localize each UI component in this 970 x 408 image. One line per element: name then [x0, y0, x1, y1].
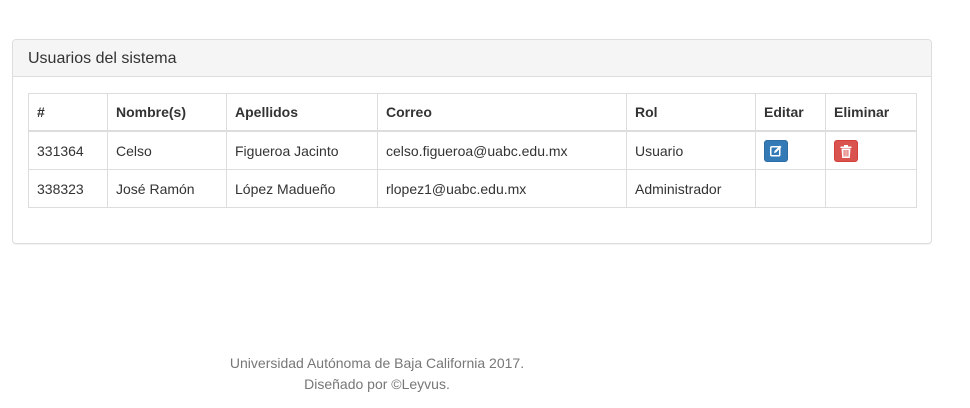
cell-nombre: Celso	[107, 130, 227, 170]
table-header-row: # Nombre(s) Apellidos Correo Rol Editar …	[28, 93, 917, 132]
cell-editar	[755, 130, 826, 170]
cell-id: 331364	[28, 130, 108, 170]
users-table-container: # Nombre(s) Apellidos Correo Rol Editar …	[28, 93, 917, 208]
column-header-eliminar: Eliminar	[825, 93, 917, 132]
edit-icon	[770, 145, 782, 156]
cell-nombre: José Ramón	[107, 169, 227, 208]
cell-apellidos: Figueroa Jacinto	[226, 130, 378, 170]
column-header-id: #	[28, 93, 108, 132]
column-header-nombre: Nombre(s)	[107, 93, 227, 132]
trash-icon	[840, 144, 852, 158]
cell-correo: celso.figueroa@uabc.edu.mx	[377, 130, 627, 170]
cell-apellidos: López Madueño	[226, 169, 378, 208]
cell-eliminar	[825, 130, 917, 170]
table-row: 338323 José Ramón López Madueño rlopez1@…	[28, 169, 917, 208]
column-header-editar: Editar	[755, 93, 826, 132]
table-row: 331364 Celso Figueroa Jacinto celso.figu…	[28, 130, 917, 170]
cell-eliminar	[825, 169, 917, 208]
edit-user-button[interactable]	[764, 139, 788, 162]
cell-editar	[755, 169, 826, 208]
users-panel: Usuarios del sistema # Nombre(s) Apellid…	[12, 39, 932, 244]
column-header-correo: Correo	[377, 93, 627, 132]
users-table: # Nombre(s) Apellidos Correo Rol Editar …	[28, 93, 917, 208]
cell-rol: Administrador	[626, 169, 756, 208]
column-header-apellidos: Apellidos	[226, 93, 378, 132]
footer-credits: Diseñado por ©Leyvus.	[304, 376, 450, 392]
cell-id: 338323	[28, 169, 108, 208]
page-footer: Universidad Autónoma de Baja California …	[0, 353, 754, 395]
panel-title: Usuarios del sistema	[13, 40, 931, 77]
cell-rol: Usuario	[626, 130, 756, 170]
footer-university: Universidad Autónoma de Baja California …	[229, 355, 525, 371]
column-header-rol: Rol	[626, 93, 756, 132]
delete-user-button[interactable]	[834, 139, 858, 162]
cell-correo: rlopez1@uabc.edu.mx	[377, 169, 627, 208]
